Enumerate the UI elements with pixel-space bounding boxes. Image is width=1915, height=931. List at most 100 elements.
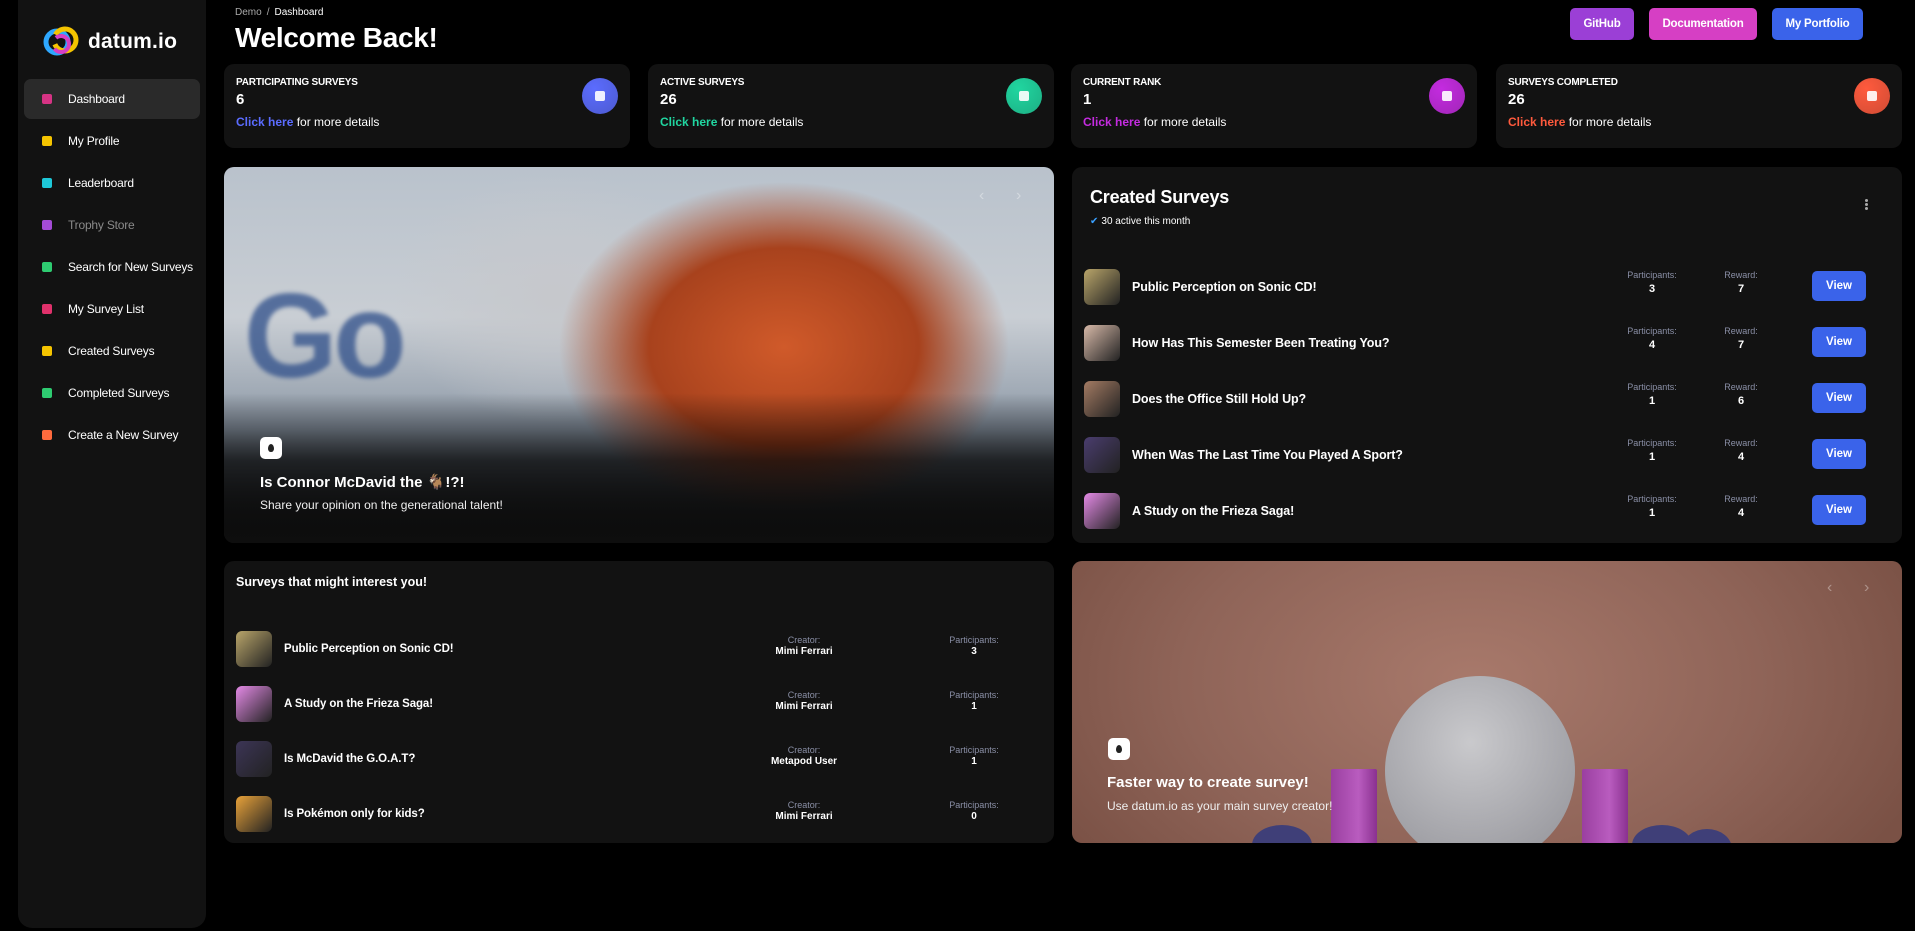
sidebar-item-created-surveys[interactable]: Created Surveys: [24, 331, 200, 371]
created-survey-row[interactable]: A Study on the Frieza Saga!: [1084, 491, 1294, 531]
app-name: datum.io: [88, 30, 178, 53]
sidebar-item-label: Leaderboard: [68, 176, 134, 190]
recommended-survey-row[interactable]: Is Pokémon only for kids?: [236, 794, 425, 834]
sidebar-item-label: My Survey List: [68, 302, 144, 316]
stat-details-link[interactable]: Click here: [660, 115, 717, 129]
carousel-next-icon[interactable]: ›: [1016, 187, 1021, 205]
promo-prev-icon[interactable]: ‹: [1827, 579, 1832, 597]
stat-value: 26: [660, 91, 677, 108]
sidebar-item-label: Completed Surveys: [68, 386, 170, 400]
sidebar-item-label: My Profile: [68, 134, 120, 148]
stat-label: CURRENT RANK: [1083, 77, 1162, 88]
view-button[interactable]: View: [1812, 383, 1866, 413]
nav-icon: [42, 346, 52, 356]
portfolio-button[interactable]: My Portfolio: [1772, 8, 1863, 40]
survey-title[interactable]: A Study on the Frieza Saga!: [1132, 504, 1294, 518]
creator-stat: Creator: Metapod User: [770, 745, 838, 767]
survey-thumbnail: [1084, 437, 1120, 473]
survey-thumbnail: [236, 631, 272, 667]
view-button[interactable]: View: [1812, 495, 1866, 525]
survey-thumbnail: [236, 796, 272, 832]
reward-stat: Reward: 4: [1724, 438, 1758, 463]
more-options-icon[interactable]: [1865, 199, 1868, 210]
pin-icon: [260, 437, 282, 459]
survey-title[interactable]: Public Perception on Sonic CD!: [1132, 280, 1317, 294]
recommended-survey-row[interactable]: Is McDavid the G.O.A.T?: [236, 739, 415, 779]
created-survey-row[interactable]: When Was The Last Time You Played A Spor…: [1084, 435, 1403, 475]
created-survey-row[interactable]: Public Perception on Sonic CD!: [1084, 267, 1317, 307]
stat-value: 6: [236, 91, 245, 108]
created-survey-row[interactable]: How Has This Semester Been Treating You?: [1084, 323, 1390, 363]
recommended-surveys-title: Surveys that might interest you!: [236, 575, 428, 589]
reward-stat: Reward: 7: [1724, 270, 1758, 295]
nav-icon: [42, 388, 52, 398]
sidebar-item-my-survey-list[interactable]: My Survey List: [24, 289, 200, 329]
survey-title[interactable]: Public Perception on Sonic CD!: [284, 643, 454, 655]
created-surveys-card: Created Surveys ✔ 30 active this month Pu…: [1072, 167, 1902, 543]
survey-title[interactable]: How Has This Semester Been Treating You?: [1132, 336, 1390, 350]
survey-title[interactable]: A Study on the Frieza Saga!: [284, 698, 433, 710]
pin-icon: [1108, 738, 1130, 760]
promo-next-icon[interactable]: ›: [1864, 579, 1869, 597]
recommended-survey-row[interactable]: A Study on the Frieza Saga!: [236, 684, 433, 724]
survey-thumbnail: [1084, 269, 1120, 305]
stat-details-link[interactable]: Click here: [236, 115, 293, 129]
promo-subtitle: Use datum.io as your main survey creator…: [1107, 799, 1333, 813]
globe-icon: [1429, 78, 1465, 114]
stat-details-link[interactable]: Click here: [1083, 115, 1140, 129]
sidebar-item-leaderboard[interactable]: Leaderboard: [24, 163, 200, 203]
sidebar-item-label: Dashboard: [68, 92, 125, 106]
logo-icon: [40, 20, 84, 64]
nav-icon: [42, 220, 52, 230]
participants-stat: Participants: 0: [949, 800, 999, 822]
participants-stat: Participants: 1: [949, 745, 999, 767]
carousel-prev-icon[interactable]: ‹: [979, 187, 984, 205]
promo-carousel[interactable]: ‹ › Faster way to create survey! Use dat…: [1072, 561, 1902, 843]
view-button[interactable]: View: [1812, 327, 1866, 357]
reward-stat: Reward: 7: [1724, 326, 1758, 351]
github-button[interactable]: GitHub: [1570, 8, 1634, 40]
nav-icon: [42, 304, 52, 314]
featured-survey-carousel[interactable]: Go ‹ › Is Connor McDavid the 🐐!?! Share …: [224, 167, 1054, 543]
creator-stat: Creator: Mimi Ferrari: [775, 635, 833, 657]
view-button[interactable]: View: [1812, 271, 1866, 301]
page-title: Welcome Back!: [235, 22, 438, 53]
survey-title[interactable]: Is McDavid the G.O.A.T?: [284, 753, 415, 765]
stat-label: ACTIVE SURVEYS: [660, 77, 745, 88]
folder-icon: [1854, 78, 1890, 114]
participants-stat: Participants: 3: [949, 635, 999, 657]
sidebar-item-create-a-new-survey[interactable]: Create a New Survey: [24, 415, 200, 455]
nav-icon: [42, 178, 52, 188]
survey-thumbnail: [236, 686, 272, 722]
stat-card: ACTIVE SURVEYS 26 Click here for more deta…: [648, 64, 1054, 148]
survey-title[interactable]: When Was The Last Time You Played A Spor…: [1132, 448, 1403, 462]
app-logo[interactable]: datum.io: [40, 20, 177, 64]
stat-card: CURRENT RANK 1 Click here for more details: [1071, 64, 1477, 148]
documentation-button[interactable]: Documentation: [1649, 8, 1757, 40]
stat-details-link[interactable]: Click here: [1508, 115, 1565, 129]
stat-label: SURVEYS COMPLETED: [1508, 77, 1618, 88]
sidebar: datum.io Dashboard My Profile Leaderboard T…: [18, 0, 206, 928]
created-surveys-title: Created Surveys: [1090, 187, 1230, 207]
view-button[interactable]: View: [1812, 439, 1866, 469]
sidebar-item-search-for-new-surveys[interactable]: Search for New Surveys: [24, 247, 200, 287]
nav-icon: [42, 430, 52, 440]
stat-label: PARTICIPATING SURVEYS: [236, 77, 358, 88]
stat-details-text: for more details: [717, 115, 804, 129]
breadcrumb-root[interactable]: Demo: [235, 7, 262, 18]
survey-title[interactable]: Does the Office Still Hold Up?: [1132, 392, 1306, 406]
breadcrumb-current: Dashboard: [274, 7, 324, 18]
sidebar-item-dashboard[interactable]: Dashboard: [24, 79, 200, 119]
breadcrumb: Demo / Dashboard: [235, 7, 324, 18]
sidebar-item-completed-surveys[interactable]: Completed Surveys: [24, 373, 200, 413]
created-survey-row[interactable]: Does the Office Still Hold Up?: [1084, 379, 1306, 419]
sidebar-item-label: Create a New Survey: [68, 428, 179, 442]
survey-icon: [1006, 78, 1042, 114]
recommended-surveys-card: Surveys that might interest you! Public …: [224, 561, 1054, 843]
recommended-survey-row[interactable]: Public Perception on Sonic CD!: [236, 629, 454, 669]
stat-card: PARTICIPATING SURVEYS 6 Click here for mor…: [224, 64, 630, 148]
survey-title[interactable]: Is Pokémon only for kids?: [284, 808, 425, 820]
sidebar-item-my-profile[interactable]: My Profile: [24, 121, 200, 161]
sidebar-item-trophy-store[interactable]: Trophy Store: [24, 205, 200, 245]
stat-value: 26: [1508, 91, 1525, 108]
